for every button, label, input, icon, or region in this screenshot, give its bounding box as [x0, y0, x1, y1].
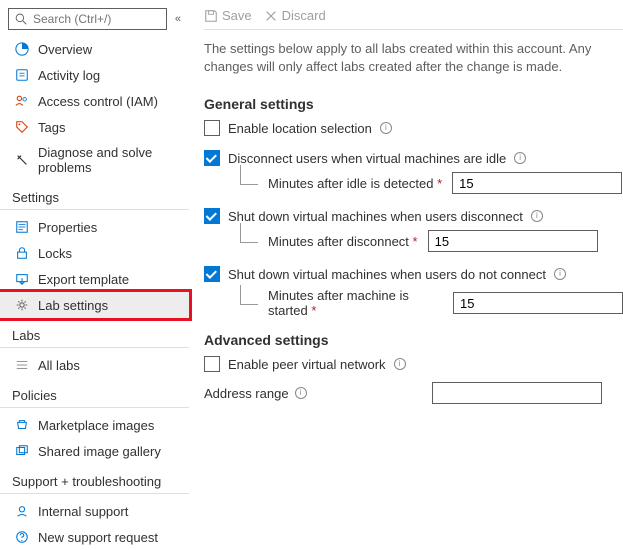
info-icon[interactable]: i [554, 268, 566, 280]
locks-icon [14, 245, 30, 261]
advanced-settings-heading: Advanced settings [204, 332, 623, 348]
search-icon [13, 11, 29, 27]
search-input[interactable] [33, 12, 162, 26]
sidebar-item-lab-settings[interactable]: Lab settings [0, 289, 192, 321]
discard-icon [264, 9, 278, 23]
sub-label: Minutes after machine is started * [268, 288, 443, 318]
diagnose-icon [14, 152, 30, 168]
enable-location-checkbox[interactable] [204, 120, 220, 136]
sidebar-item-overview[interactable]: Overview [0, 36, 189, 62]
marketplace-icon [14, 417, 30, 433]
main-content: Save Discard The settings below apply to… [190, 0, 623, 500]
nav-label: Lab settings [38, 298, 108, 313]
nav-label: Access control (IAM) [38, 94, 158, 109]
gallery-icon [14, 443, 30, 459]
shutdown-noconnect-checkbox[interactable] [204, 266, 220, 282]
all-labs-icon [14, 357, 30, 373]
sub-label: Minutes after disconnect * [268, 234, 418, 249]
setting-label: Shut down virtual machines when users do… [228, 267, 546, 282]
new-support-icon [14, 529, 30, 545]
info-icon[interactable]: i [380, 122, 392, 134]
access-control-icon [14, 93, 30, 109]
nav-label: Export template [38, 272, 129, 287]
info-icon[interactable]: i [514, 152, 526, 164]
search-box[interactable] [8, 8, 167, 30]
setting-label: Shut down virtual machines when users di… [228, 209, 523, 224]
nav-label: Activity log [38, 68, 100, 83]
info-icon[interactable]: i [531, 210, 543, 222]
discard-button[interactable]: Discard [264, 8, 326, 23]
general-settings-heading: General settings [204, 96, 623, 112]
nav-label: Tags [38, 120, 65, 135]
sidebar-item-all-labs[interactable]: All labs [0, 352, 189, 378]
bracket-icon [240, 285, 258, 305]
sub-label: Minutes after idle is detected * [268, 176, 442, 191]
bracket-icon [240, 223, 258, 243]
export-template-icon [14, 271, 30, 287]
nav-label: New support request [38, 530, 158, 545]
sidebar: « Overview Activity log Access control (… [0, 0, 190, 500]
nav-label: Properties [38, 220, 97, 235]
gear-icon [14, 297, 30, 313]
address-range-input[interactable] [432, 382, 602, 404]
info-icon[interactable]: i [295, 387, 307, 399]
sidebar-item-shared-image-gallery[interactable]: Shared image gallery [0, 438, 189, 464]
toolbar-label: Save [222, 8, 252, 23]
save-button[interactable]: Save [204, 8, 252, 23]
nav-label: All labs [38, 358, 80, 373]
activity-log-icon [14, 67, 30, 83]
support-icon [14, 503, 30, 519]
sidebar-item-tags[interactable]: Tags [0, 114, 189, 140]
sidebar-section-policies: Policies [0, 378, 189, 408]
disconnect-idle-checkbox[interactable] [204, 150, 220, 166]
nav-label: Marketplace images [38, 418, 154, 433]
sidebar-item-access-control[interactable]: Access control (IAM) [0, 88, 189, 114]
toolbar-label: Discard [282, 8, 326, 23]
setting-label: Enable peer virtual network [228, 357, 386, 372]
sidebar-item-locks[interactable]: Locks [0, 240, 189, 266]
noconnect-minutes-input[interactable] [453, 292, 623, 314]
field-label: Address range [204, 386, 289, 401]
bracket-icon [240, 165, 258, 185]
shutdown-disconnect-checkbox[interactable] [204, 208, 220, 224]
info-icon[interactable]: i [394, 358, 406, 370]
save-icon [204, 9, 218, 23]
intro-text: The settings below apply to all labs cre… [204, 40, 623, 76]
sidebar-item-properties[interactable]: Properties [0, 214, 189, 240]
sidebar-item-new-support-request[interactable]: New support request [0, 524, 189, 550]
toolbar: Save Discard [204, 8, 623, 30]
sidebar-item-marketplace-images[interactable]: Marketplace images [0, 412, 189, 438]
sidebar-item-diagnose[interactable]: Diagnose and solve problems [0, 140, 189, 180]
sidebar-item-activity-log[interactable]: Activity log [0, 62, 189, 88]
nav-label: Diagnose and solve problems [38, 145, 179, 175]
setting-label: Enable location selection [228, 121, 372, 136]
nav-label: Locks [38, 246, 72, 261]
sidebar-section-support: Support + troubleshooting [0, 464, 189, 494]
tags-icon [14, 119, 30, 135]
sidebar-section-settings: Settings [0, 180, 189, 210]
disconnect-minutes-input[interactable] [428, 230, 598, 252]
idle-minutes-input[interactable] [452, 172, 622, 194]
properties-icon [14, 219, 30, 235]
nav-label: Overview [38, 42, 92, 57]
setting-label: Disconnect users when virtual machines a… [228, 151, 506, 166]
nav-label: Internal support [38, 504, 128, 519]
overview-icon [14, 41, 30, 57]
collapse-sidebar-button[interactable]: « [175, 13, 181, 25]
enable-peer-vnet-checkbox[interactable] [204, 356, 220, 372]
sidebar-section-labs: Labs [0, 318, 189, 348]
sidebar-item-internal-support[interactable]: Internal support [0, 498, 189, 524]
nav-label: Shared image gallery [38, 444, 161, 459]
